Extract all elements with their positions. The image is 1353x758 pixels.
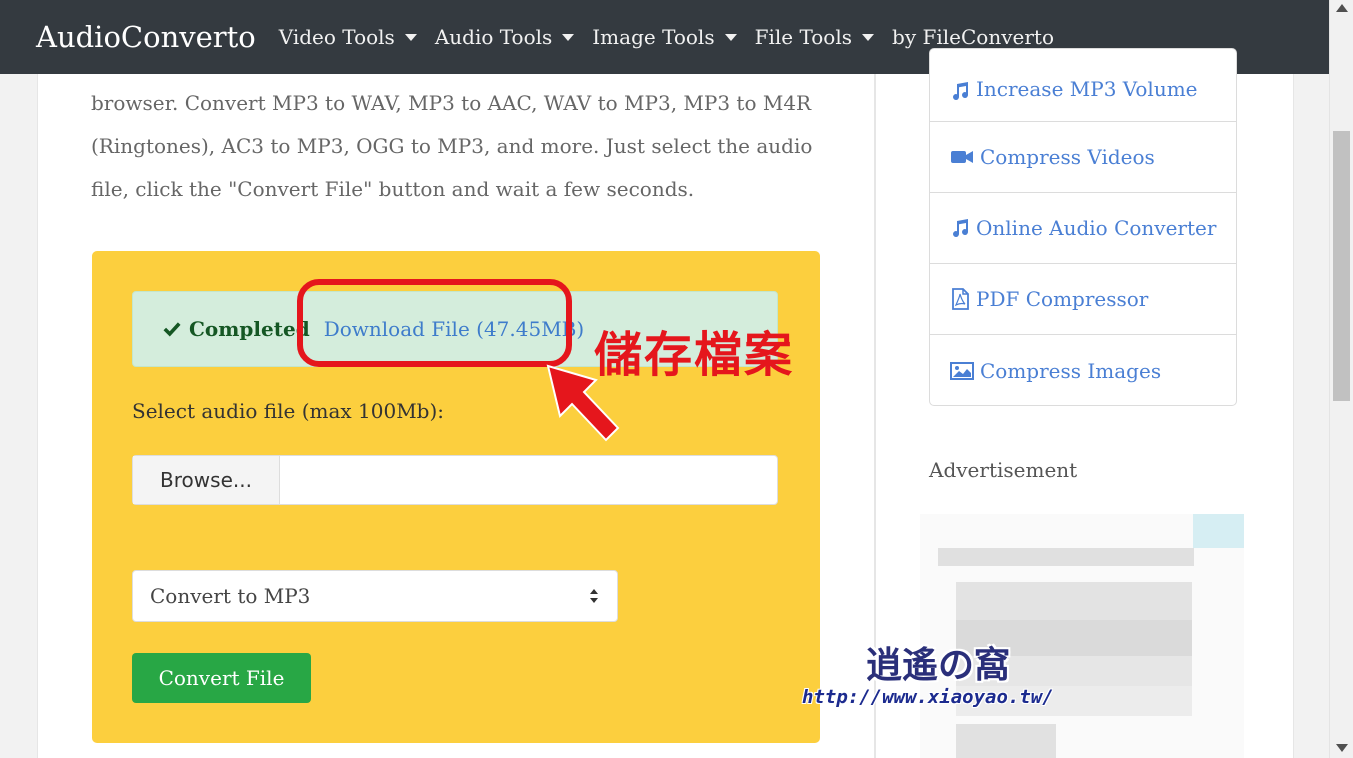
sidebar-item-pdf-compressor[interactable]: PDF Compressor [930, 264, 1236, 335]
nav-file-tools[interactable]: File Tools [754, 25, 875, 49]
caret-down-icon [562, 33, 575, 41]
nav-file-tools-label: File Tools [754, 25, 853, 49]
selected-file-name[interactable] [280, 456, 777, 504]
video-camera-icon [951, 151, 973, 163]
annotation-highlight-box [297, 279, 572, 367]
convert-file-button[interactable]: Convert File [132, 653, 311, 703]
scroll-up-arrow-icon[interactable] [1336, 4, 1348, 12]
output-format-value: Convert to MP3 [150, 584, 311, 608]
caret-down-icon [724, 33, 737, 41]
nav-audio-tools[interactable]: Audio Tools [434, 25, 575, 49]
scroll-down-arrow-icon[interactable] [1336, 744, 1348, 752]
pdf-file-icon [952, 288, 969, 310]
watermark-logo: 逍遙の窩 [866, 644, 1011, 686]
browse-button[interactable]: Browse... [133, 456, 280, 504]
nav-by-fileconverto[interactable]: by FileConverto [892, 25, 1054, 49]
nav-video-tools-label: Video Tools [278, 25, 395, 49]
image-icon [950, 361, 974, 380]
sidebar-item-label: PDF Compressor [976, 287, 1149, 311]
sidebar-item-compress-videos[interactable]: Compress Videos [930, 122, 1236, 193]
select-file-label: Select audio file (max 100Mb): [132, 399, 445, 423]
sidebar-item-compress-images[interactable]: Compress Images [930, 335, 1236, 406]
nav-image-tools[interactable]: Image Tools [592, 25, 737, 49]
check-icon [163, 322, 181, 337]
sidebar-item-label: Compress Videos [980, 145, 1155, 169]
intro-paragraph: browser. Convert MP3 to WAV, MP3 to AAC,… [91, 91, 813, 201]
output-format-select[interactable]: Convert to MP3 [132, 570, 618, 622]
sidebar-item-label: Compress Images [980, 358, 1162, 383]
watermark-url: http://www.xiaoyao.tw/ [802, 686, 1054, 708]
nav-by-fileconverto-label: by FileConverto [892, 25, 1054, 49]
scrollbar-thumb[interactable] [1333, 131, 1350, 401]
brand-logo[interactable]: AudioConverto [36, 20, 256, 54]
nav-image-tools-label: Image Tools [592, 25, 715, 49]
sidebar-item-label: Online Audio Converter [976, 216, 1217, 240]
sidebar-item-label: Increase MP3 Volume [976, 77, 1198, 101]
nav-audio-tools-label: Audio Tools [434, 25, 553, 49]
nav-video-tools[interactable]: Video Tools [279, 25, 417, 49]
completed-status: Completed [189, 317, 310, 341]
annotation-arrow-icon [546, 364, 620, 442]
audio-file-input[interactable]: Browse... [132, 455, 778, 505]
caret-down-icon [862, 33, 875, 41]
sidebar-item-increase-mp3-volume[interactable]: Increase MP3 Volume [930, 49, 1236, 122]
music-icon [953, 82, 969, 101]
sidebar-item-online-audio-converter[interactable]: Online Audio Converter [930, 193, 1236, 264]
advertisement-heading: Advertisement [929, 458, 1078, 482]
caret-down-icon [404, 33, 417, 41]
sidebar-tools-list: Increase MP3 Volume Compress Videos Onli… [929, 48, 1237, 406]
select-updown-icon [590, 589, 598, 603]
music-icon [953, 219, 969, 238]
vertical-scrollbar[interactable] [1329, 0, 1353, 758]
